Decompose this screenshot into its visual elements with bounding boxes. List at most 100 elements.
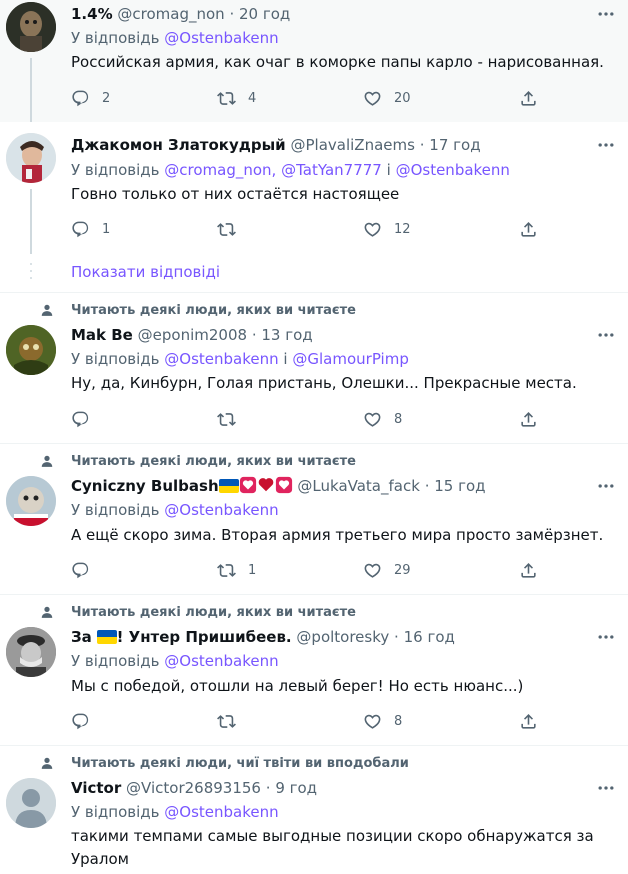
tweet-header: Джакомон Златокудрый @PlavaliZnaems · 17… — [71, 135, 481, 155]
handle[interactable]: @poltoresky — [296, 628, 389, 646]
social-context[interactable]: Читають деякі люди, яких ви читаєте — [71, 454, 356, 470]
retweet-button[interactable] — [217, 711, 248, 731]
tweet[interactable]: Джакомон Златокудрый @PlavaliZnaems · 17… — [0, 122, 628, 293]
person-icon — [40, 303, 54, 317]
timestamp[interactable]: 20 год — [239, 5, 290, 23]
like-icon — [363, 89, 382, 108]
avatar[interactable] — [6, 476, 56, 526]
display-name[interactable]: Cyniczny Bulbash — [71, 477, 219, 495]
like-count: 20 — [394, 90, 411, 106]
like-button[interactable]: 29 — [363, 560, 411, 580]
social-context[interactable]: Читають деякі люди, яких ви читаєте — [71, 303, 356, 319]
tweet[interactable]: Читають деякі люди, яких ви читаєте Cyni… — [0, 444, 628, 595]
reply-icon — [71, 561, 90, 580]
and-word: і — [386, 161, 391, 179]
like-button[interactable]: 20 — [363, 88, 411, 108]
more-icon[interactable] — [596, 476, 616, 496]
mention-link[interactable]: @Ostenbakenn — [164, 350, 278, 368]
display-name[interactable]: Джакомон Златокудрый — [71, 136, 286, 154]
social-context[interactable]: Читають деякі люди, яких ви читаєте — [71, 605, 356, 621]
reply-count: 1 — [102, 221, 111, 237]
tweet-text: Российская армия, как очаг в коморке пап… — [71, 53, 604, 71]
display-name[interactable]: ! Унтер Пришибеев. — [117, 628, 292, 646]
more-icon[interactable] — [596, 4, 616, 24]
show-replies-link[interactable]: Показати відповіді — [71, 262, 220, 282]
reply-button[interactable]: 2 — [71, 88, 110, 108]
mention-link[interactable]: @Ostenbakenn — [164, 29, 278, 47]
tweet-actions: 1 12 — [71, 219, 541, 239]
timestamp[interactable]: 17 год — [429, 136, 480, 154]
handle[interactable]: @PlavaliZnaems — [290, 136, 414, 154]
mention-link[interactable]: @cromag_non, — [164, 161, 276, 179]
like-button[interactable]: 8 — [363, 711, 402, 731]
avatar[interactable] — [6, 627, 56, 677]
timestamp[interactable]: 16 год — [404, 628, 455, 646]
tweet[interactable]: Читають деякі люди, чиї твіти ви вподоба… — [0, 746, 628, 874]
share-button[interactable] — [519, 409, 538, 429]
ukraine-flag-icon — [96, 630, 117, 644]
reply-button[interactable] — [71, 711, 102, 731]
mention-link[interactable]: @Ostenbakenn — [396, 161, 510, 179]
handle[interactable]: @cromag_non — [117, 5, 224, 23]
avatar[interactable] — [6, 133, 56, 183]
name-prefix[interactable]: За — [71, 628, 92, 646]
reply-icon — [71, 220, 90, 239]
mention-link[interactable]: @Ostenbakenn — [164, 803, 278, 821]
tweet-header: За ! Унтер Пришибеев. @poltoresky · 16 г… — [71, 627, 455, 647]
reply-prefix: У відповідь — [71, 652, 160, 670]
separator-dot: · — [419, 136, 425, 154]
display-name[interactable]: 1.4% — [71, 5, 113, 23]
reply-button[interactable] — [71, 409, 102, 429]
mention-link[interactable]: @GlamourPimp — [292, 350, 408, 368]
tweet[interactable]: 1.4% @cromag_non · 20 год У відповідь @O… — [0, 0, 628, 122]
handle[interactable]: @eponim2008 — [138, 326, 247, 344]
tweet[interactable]: Читають деякі люди, яких ви читаєте Mak … — [0, 293, 628, 444]
retweet-button[interactable] — [217, 219, 248, 239]
avatar[interactable] — [6, 2, 56, 52]
reply-to: У відповідь @Ostenbakenn — [71, 802, 279, 822]
mention-link[interactable]: @TatYan7777 — [281, 161, 382, 179]
tweet[interactable]: Читають деякі люди, яких ви читаєте За !… — [0, 595, 628, 746]
retweet-button[interactable] — [217, 409, 248, 429]
avatar[interactable] — [6, 778, 56, 828]
handle[interactable]: @Victor26893156 — [126, 779, 261, 797]
more-icon[interactable] — [596, 135, 616, 155]
retweet-icon — [217, 410, 236, 429]
more-icon[interactable] — [596, 325, 616, 345]
separator-dot: · — [394, 628, 399, 646]
retweet-button[interactable]: 4 — [217, 88, 256, 108]
reply-button[interactable] — [71, 560, 102, 580]
share-button[interactable] — [519, 88, 538, 108]
mention-link[interactable]: @Ostenbakenn — [164, 501, 278, 519]
thread-dots — [30, 263, 32, 279]
display-name[interactable]: Victor — [71, 779, 121, 797]
like-button[interactable]: 8 — [363, 409, 402, 429]
tweet-text: А ещё скоро зима. Вторая армия третьего … — [71, 526, 604, 544]
avatar[interactable] — [6, 325, 56, 375]
heart-box-icon — [239, 476, 256, 494]
more-icon[interactable] — [596, 627, 616, 647]
mention-link[interactable]: @Ostenbakenn — [164, 652, 278, 670]
timestamp[interactable]: 13 год — [261, 326, 312, 344]
share-button[interactable] — [519, 560, 538, 580]
separator-dot: · — [424, 477, 430, 495]
reply-to: У відповідь @Ostenbakenn і @GlamourPimp — [71, 349, 409, 369]
more-icon[interactable] — [596, 778, 616, 798]
share-icon — [519, 220, 538, 239]
reply-button[interactable]: 1 — [71, 219, 110, 239]
retweet-button[interactable]: 1 — [217, 560, 256, 580]
share-button[interactable] — [519, 219, 538, 239]
handle[interactable]: @LukaVata_fack — [297, 477, 419, 495]
tweet-header: Mak Be @eponim2008 · 13 год — [71, 325, 313, 345]
retweet-icon — [217, 220, 236, 239]
display-name[interactable]: Mak Be — [71, 326, 133, 344]
timestamp[interactable]: 15 год — [434, 477, 485, 495]
share-button[interactable] — [519, 711, 538, 731]
reply-prefix: У відповідь — [71, 501, 160, 519]
share-icon — [519, 410, 538, 429]
tweet-text: Мы с победой, отошли на левый берег! Но … — [71, 677, 524, 695]
timestamp[interactable]: 9 год — [275, 779, 317, 797]
social-context[interactable]: Читають деякі люди, чиї твіти ви вподоба… — [71, 756, 409, 772]
like-button[interactable]: 12 — [363, 219, 411, 239]
like-icon — [363, 220, 382, 239]
